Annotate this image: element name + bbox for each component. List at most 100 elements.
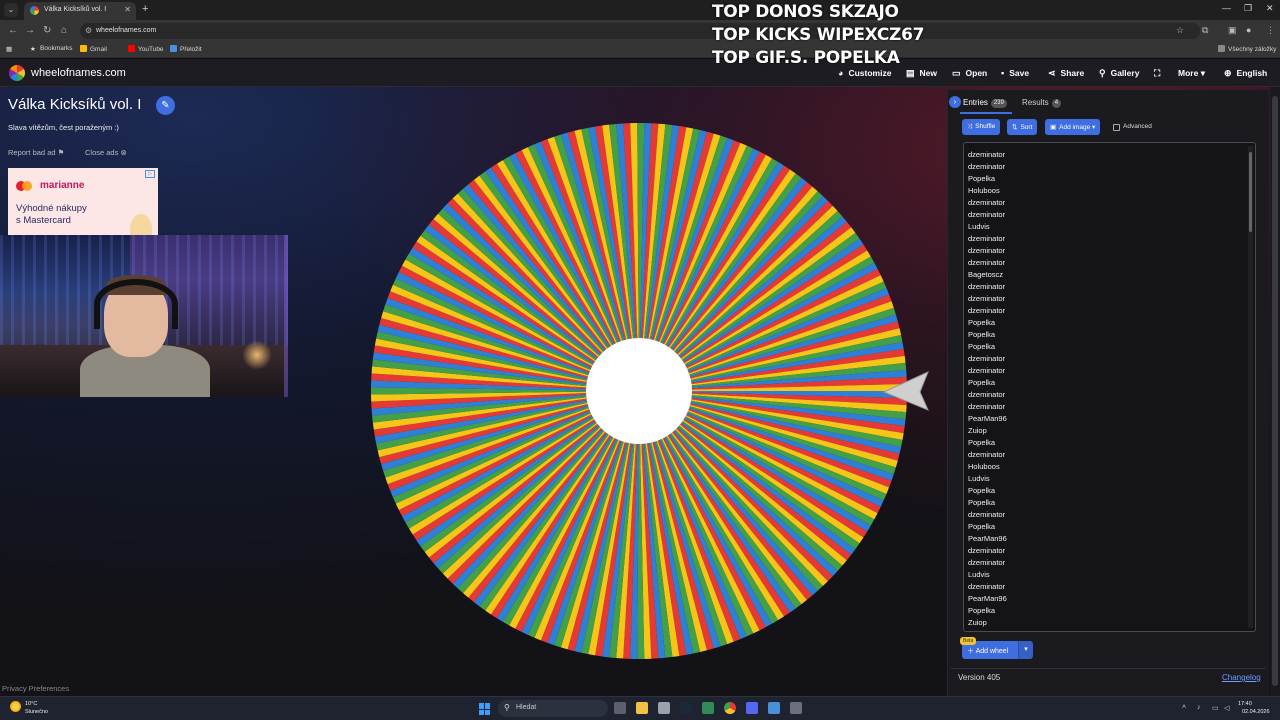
weather-sun-icon[interactable]	[10, 701, 21, 712]
apps-icon[interactable]: ▦	[6, 45, 12, 53]
entry-item[interactable]: Popelka	[968, 437, 1238, 449]
entry-item[interactable]: Popelka	[968, 605, 1238, 617]
display-icon[interactable]: ▭	[1212, 704, 1219, 712]
bookmark-youtube[interactable]: YouTube	[128, 45, 164, 53]
discord-icon[interactable]	[746, 702, 758, 714]
language-button[interactable]: ⊕ English	[1224, 68, 1267, 79]
page-scrollbar-thumb[interactable]	[1272, 96, 1278, 686]
all-bookmarks[interactable]: Všechny záložky	[1218, 45, 1276, 53]
report-ad-link[interactable]: Report bad ad ⚑	[8, 148, 64, 157]
chrome-icon[interactable]	[724, 702, 736, 714]
new-button[interactable]: ▤ New	[906, 68, 937, 79]
entry-item[interactable]: dzeminator	[968, 149, 1238, 161]
tray-chevron-icon[interactable]: ˄	[1182, 704, 1186, 711]
home-icon[interactable]: ⌂	[61, 25, 67, 36]
bookmark-gmail[interactable]: Gmail	[80, 45, 107, 53]
collapse-panel-icon[interactable]: ›	[949, 96, 961, 108]
calculator-icon[interactable]	[790, 702, 802, 714]
entry-item[interactable]: dzeminator	[968, 557, 1238, 569]
entry-item[interactable]: Popelka	[968, 497, 1238, 509]
sidebar-icon[interactable]: ▣	[1228, 25, 1237, 36]
entry-item[interactable]: PearMan96	[968, 593, 1238, 605]
entry-item[interactable]: dzeminator	[968, 389, 1238, 401]
shuffle-button[interactable]: ⤨ Shuffle	[962, 119, 1001, 135]
ad-choices-icon[interactable]: ▷	[145, 170, 155, 178]
back-icon[interactable]: ←	[8, 25, 18, 36]
entry-item[interactable]: Bagetoscz	[968, 269, 1238, 281]
fullscreen-icon[interactable]: ⛶	[1154, 68, 1165, 79]
entry-item[interactable]: Popelka	[968, 485, 1238, 497]
minimize-icon[interactable]: —	[1222, 3, 1231, 13]
entry-item[interactable]: Popelka	[968, 521, 1238, 533]
edit-title-button[interactable]: ✎	[156, 96, 175, 115]
clock-time[interactable]: 17:40	[1238, 701, 1252, 707]
site-info-icon[interactable]: ⚙	[85, 26, 92, 35]
bookmark-star-icon[interactable]: ☆	[1176, 25, 1184, 36]
entry-item[interactable]: dzeminator	[968, 545, 1238, 557]
file-explorer-icon[interactable]	[636, 702, 648, 714]
task-view-icon[interactable]	[614, 702, 626, 714]
entry-item[interactable]: dzeminator	[968, 233, 1238, 245]
app-icon-green[interactable]	[702, 702, 714, 714]
store-icon[interactable]	[658, 702, 670, 714]
open-button[interactable]: ▭ Open	[952, 68, 987, 79]
entry-item[interactable]: Popelka	[968, 377, 1238, 389]
add-wheel-dropdown[interactable]: ▾	[1018, 641, 1033, 659]
share-button[interactable]: ⋖ Share	[1048, 68, 1084, 79]
url-input[interactable]: ⚙ wheelofnames.com	[80, 23, 1200, 39]
notepad-icon[interactable]	[768, 702, 780, 714]
wheel-center-button[interactable]	[586, 338, 692, 444]
forward-icon[interactable]: →	[25, 25, 35, 36]
logo-text[interactable]: wheelofnames.com	[31, 67, 126, 79]
browser-menu-icon[interactable]: ⋮	[1266, 25, 1275, 36]
sort-button[interactable]: ⇅ Sort	[1007, 119, 1038, 135]
entry-item[interactable]: Popelka	[968, 329, 1238, 341]
tab-entries[interactable]: Entries 239	[963, 98, 1007, 108]
tab-results[interactable]: Results 4	[1022, 98, 1062, 108]
entry-item[interactable]: dzeminator	[968, 305, 1238, 317]
weather-temp[interactable]: 10°C	[25, 701, 37, 707]
wheel-logo-icon[interactable]	[9, 65, 25, 81]
window-close-icon[interactable]: ✕	[1266, 3, 1274, 14]
advanced-checkbox[interactable]	[1113, 124, 1120, 131]
new-tab-icon[interactable]: +	[142, 3, 148, 15]
clock-date[interactable]: 02.04.2026	[1242, 709, 1270, 715]
entry-item[interactable]: Zuiop	[968, 617, 1238, 629]
changelog-link[interactable]: Changelog	[1222, 673, 1261, 682]
customize-button[interactable]: ◕ Customize	[838, 68, 891, 78]
entry-item[interactable]: dzeminator	[968, 257, 1238, 269]
entry-item[interactable]: PearMan96	[968, 533, 1238, 545]
entry-item[interactable]: dzeminator	[968, 161, 1238, 173]
more-button[interactable]: More ▾	[1178, 68, 1205, 79]
entry-item[interactable]: Zuiop	[968, 425, 1238, 437]
microphone-icon[interactable]: ♪	[1197, 704, 1201, 711]
entry-item[interactable]: Ludvis	[968, 569, 1238, 581]
advertisement[interactable]: ▷ marianne Výhodné nákupy s Mastercard	[8, 168, 158, 236]
windows-start-icon[interactable]	[479, 703, 491, 715]
entry-item[interactable]: Ludvis	[968, 221, 1238, 233]
entry-item[interactable]: dzeminator	[968, 293, 1238, 305]
entry-item[interactable]: dzeminator	[968, 401, 1238, 413]
extensions-icon[interactable]: ⧉	[1202, 25, 1208, 36]
entry-item[interactable]: Holuboos	[968, 461, 1238, 473]
tab-search-icon[interactable]: ⌄	[4, 3, 18, 17]
tab-close-icon[interactable]: ✕	[124, 5, 131, 14]
entries-scrollbar-thumb[interactable]	[1249, 152, 1252, 232]
entry-item[interactable]: dzeminator	[968, 245, 1238, 257]
entry-item[interactable]: dzeminator	[968, 581, 1238, 593]
browser-tab[interactable]: Válka Kicksíků vol. I ✕	[24, 2, 136, 20]
gallery-button[interactable]: ⚲ Gallery	[1099, 68, 1139, 79]
entry-item[interactable]: Popelka	[968, 173, 1238, 185]
entry-item[interactable]: dzeminator	[968, 449, 1238, 461]
bookmark-bookmarks[interactable]: ★ Bookmarks	[30, 45, 73, 53]
maximize-icon[interactable]: ❐	[1244, 3, 1252, 14]
entry-item[interactable]: PearMan96	[968, 413, 1238, 425]
entry-item[interactable]: dzeminator	[968, 209, 1238, 221]
save-button[interactable]: ▪ Save	[1001, 68, 1029, 78]
entry-item[interactable]: dzeminator	[968, 509, 1238, 521]
entry-item[interactable]: dzeminator	[968, 197, 1238, 209]
steam-icon[interactable]	[680, 702, 692, 714]
entry-item[interactable]: Popelka	[968, 317, 1238, 329]
volume-icon[interactable]: ◁	[1224, 704, 1229, 712]
entry-item[interactable]: Popelka	[968, 341, 1238, 353]
